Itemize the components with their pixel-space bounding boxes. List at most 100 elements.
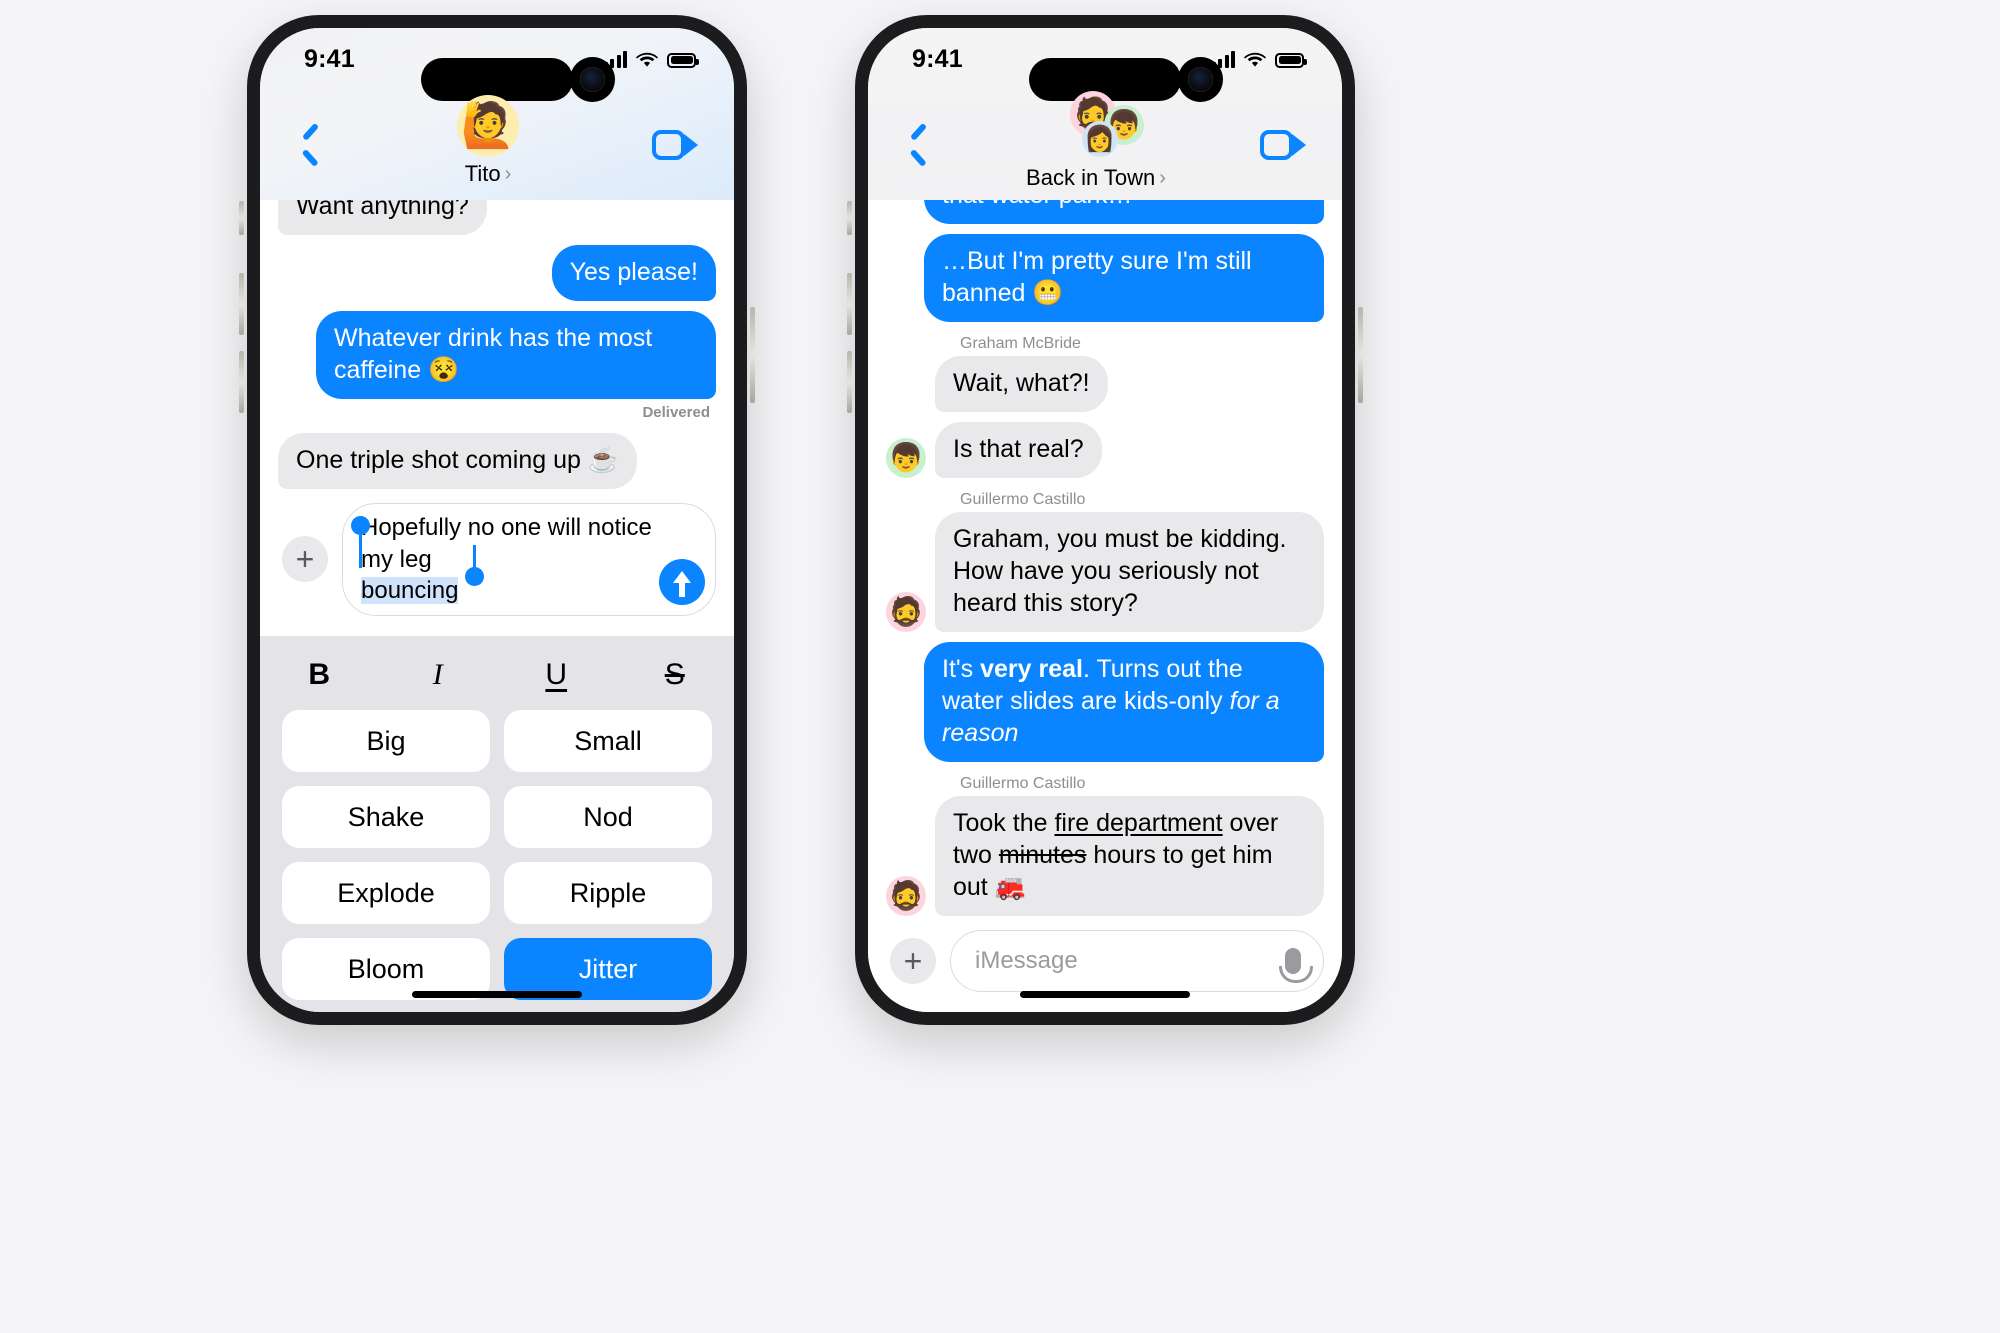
avatar-glyph: 🙋 bbox=[460, 101, 516, 150]
message-row[interactable]: Yes please! bbox=[278, 244, 716, 301]
avatar: 🙋 bbox=[457, 95, 519, 157]
message-row[interactable]: …But I'm pretty sure I'm still banned 😬 bbox=[886, 234, 1324, 322]
message-bubble[interactable]: Wait, what?! bbox=[928, 356, 1108, 412]
rich-part-plain: Took the bbox=[953, 809, 1055, 837]
left-phone-screen: 9:41 🙋 Tito › Want anything? Yes please!… bbox=[260, 28, 734, 1012]
volume-up-button[interactable] bbox=[847, 273, 852, 335]
page-title[interactable]: Tito › bbox=[465, 161, 512, 187]
facetime-video-icon[interactable] bbox=[1260, 130, 1306, 160]
home-indicator[interactable] bbox=[1020, 991, 1190, 998]
right-nav-center[interactable]: 🧔 👦 👩 Back in Town › bbox=[932, 91, 1260, 199]
left-phone: 9:41 🙋 Tito › Want anything? Yes please!… bbox=[239, 10, 755, 1030]
message-row[interactable]: Whatever drink has the most caffeine 😵 bbox=[278, 310, 716, 399]
wifi-icon bbox=[1244, 52, 1266, 67]
draft-line-1: Hopefully no one will notice my leg bbox=[361, 513, 652, 573]
message-row[interactable]: 👦 Is that real? bbox=[886, 422, 1324, 478]
sender-name: Guillermo Castillo bbox=[960, 775, 1086, 792]
message-input[interactable]: Hopefully no one will notice my leg boun… bbox=[342, 502, 716, 616]
message-row[interactable]: I would say it's a good day for that wat… bbox=[886, 200, 1324, 224]
message-bubble-rich[interactable]: It's very real. Turns out the water slid… bbox=[924, 642, 1324, 762]
plus-icon[interactable]: + bbox=[890, 938, 936, 984]
group-avatar-3: 👩 bbox=[1082, 121, 1118, 157]
right-message-list: ong 👦 Sweet 🤙 Guillermo Castillo Sooo, h… bbox=[886, 200, 1324, 916]
message-row[interactable]: 🧔 Graham, you must be kidding. How have … bbox=[886, 512, 1324, 632]
message-bubble-rich[interactable]: Took the fire department over two minute… bbox=[928, 796, 1324, 916]
battery-icon bbox=[667, 52, 699, 68]
cellular-bars-icon bbox=[603, 50, 627, 68]
avatar: 🧔 bbox=[886, 876, 926, 916]
plus-icon[interactable]: + bbox=[282, 536, 328, 583]
text-style-row: B I U S bbox=[260, 636, 734, 710]
left-message-list: my leg So far awayyyyyy Running out to g… bbox=[278, 200, 716, 489]
back-chevron-icon[interactable] bbox=[906, 122, 932, 168]
left-nav-row: 🙋 Tito › bbox=[260, 90, 734, 200]
imessage-input[interactable]: iMessage bbox=[950, 930, 1324, 992]
silent-switch[interactable] bbox=[847, 201, 852, 235]
cellular-bars-icon bbox=[1211, 50, 1235, 68]
volume-down-button[interactable] bbox=[239, 351, 244, 413]
effect-nod-button[interactable]: Nod bbox=[504, 786, 712, 848]
message-bubble[interactable]: Want anything? bbox=[278, 200, 487, 235]
message-bubble[interactable]: Graham, you must be kidding. How have yo… bbox=[928, 512, 1324, 632]
sender-name: Graham McBride bbox=[960, 335, 1081, 352]
left-nav-center[interactable]: 🙋 Tito › bbox=[324, 95, 652, 195]
effect-big-button[interactable]: Big bbox=[282, 710, 490, 772]
message-bubble[interactable]: …But I'm pretty sure I'm still banned 😬 bbox=[924, 234, 1324, 322]
message-bubble[interactable]: One triple shot coming up ☕️ bbox=[278, 432, 637, 489]
chevron-right-icon: › bbox=[1159, 166, 1166, 189]
send-arrow-icon[interactable] bbox=[659, 559, 705, 605]
right-nav-bar: 9:41 🧔 👦 👩 Back in Town › bbox=[868, 28, 1342, 200]
draft-selected-text[interactable]: bouncing bbox=[361, 577, 459, 605]
silent-switch[interactable] bbox=[239, 201, 244, 235]
wifi-icon bbox=[636, 52, 658, 67]
effect-small-button[interactable]: Small bbox=[504, 710, 712, 772]
status-clock: 9:41 bbox=[912, 44, 963, 73]
message-bubble[interactable]: Is that real? bbox=[928, 422, 1102, 478]
imessage-placeholder: iMessage bbox=[975, 947, 1078, 974]
effect-shake-button[interactable]: Shake bbox=[282, 786, 490, 848]
status-indicators bbox=[1211, 50, 1307, 68]
message-row-rich[interactable]: 🧔 Took the fire department over two minu… bbox=[886, 796, 1324, 916]
avatar: 🧔 bbox=[886, 592, 926, 632]
volume-up-button[interactable] bbox=[239, 273, 244, 335]
chevron-right-icon: › bbox=[504, 162, 512, 185]
left-nav-bar: 9:41 🙋 Tito › bbox=[260, 28, 734, 200]
text-effects-grid: Big Small Shake Nod Explode Ripple Bloom… bbox=[260, 710, 734, 1000]
status-clock: 9:41 bbox=[304, 44, 355, 73]
left-compose-bar: + Hopefully no one will notice my leg bo… bbox=[260, 488, 734, 636]
battery-icon bbox=[1275, 52, 1307, 68]
selection-handle-end[interactable] bbox=[465, 566, 484, 586]
right-conversation[interactable]: ong 👦 Sweet 🤙 Guillermo Castillo Sooo, h… bbox=[868, 200, 1342, 916]
microphone-icon[interactable] bbox=[1279, 948, 1313, 983]
effect-ripple-button[interactable]: Ripple bbox=[504, 862, 712, 924]
home-indicator[interactable] bbox=[412, 991, 582, 998]
facetime-video-icon[interactable] bbox=[652, 130, 698, 160]
screenshot-stage: 9:41 🙋 Tito › Want anything? Yes please!… bbox=[0, 0, 2000, 1333]
right-phone-screen: 9:41 🧔 👦 👩 Back in Town › …But I'm prett… bbox=[868, 28, 1342, 1012]
message-row[interactable]: Want anything? bbox=[278, 200, 716, 235]
underline-button[interactable]: U bbox=[497, 636, 616, 710]
draft-text[interactable]: Hopefully no one will notice my leg boun… bbox=[361, 512, 655, 607]
message-row-rich[interactable]: It's very real. Turns out the water slid… bbox=[886, 642, 1324, 762]
selection-handle-start[interactable] bbox=[351, 515, 370, 535]
sender-name: Guillermo Castillo bbox=[960, 491, 1086, 508]
italic-button[interactable]: I bbox=[379, 636, 498, 710]
message-bubble[interactable]: Yes please! bbox=[551, 244, 716, 301]
strikethrough-button[interactable]: S bbox=[616, 636, 735, 710]
avatar: 👦 bbox=[886, 438, 926, 478]
power-button[interactable] bbox=[750, 307, 755, 403]
effect-explode-button[interactable]: Explode bbox=[282, 862, 490, 924]
back-chevron-icon[interactable] bbox=[298, 122, 324, 168]
left-conversation[interactable]: my leg So far awayyyyyy Running out to g… bbox=[260, 200, 734, 489]
text-format-panel: B I U S Big Small Shake Nod Explode Ripp… bbox=[260, 636, 734, 1012]
volume-down-button[interactable] bbox=[847, 351, 852, 413]
message-row[interactable]: Wait, what?! bbox=[886, 356, 1324, 412]
power-button[interactable] bbox=[1358, 307, 1363, 403]
page-title[interactable]: Back in Town › bbox=[1026, 165, 1166, 191]
message-row[interactable]: One triple shot coming up ☕️ bbox=[278, 432, 716, 489]
bold-button[interactable]: B bbox=[260, 636, 379, 710]
group-avatar: 🧔 👦 👩 bbox=[1048, 91, 1144, 161]
message-bubble[interactable]: I would say it's a good day for that wat… bbox=[924, 200, 1324, 224]
contact-name: Tito bbox=[464, 161, 501, 186]
message-bubble[interactable]: Whatever drink has the most caffeine 😵 bbox=[316, 310, 716, 399]
